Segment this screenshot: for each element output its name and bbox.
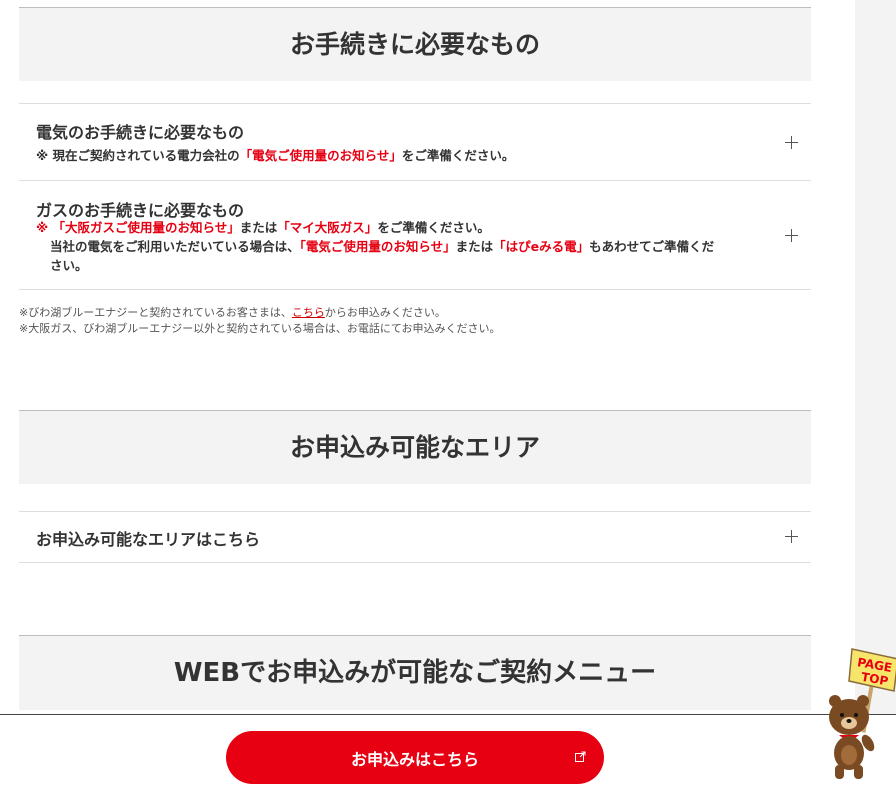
gas-note2-highlight-1: 「電気ご使用量のお知らせ」 [299, 239, 456, 254]
gas-note-mark: ※ [36, 220, 49, 235]
accordion-area-title: お申込み可能なエリアはこちら [36, 530, 261, 549]
gas-note-suffix: をご準備ください。 [377, 220, 490, 235]
expand-plus-icon[interactable] [785, 136, 799, 150]
accordion-area[interactable]: お申込み可能なエリアはこちら [19, 511, 811, 563]
divider [19, 289, 811, 290]
electric-note-highlight: 「電気ご使用量のお知らせ」 [239, 148, 402, 163]
section-heading-area: お申込み可能なエリア [19, 410, 811, 484]
apply-button[interactable]: お申込みはこちら [226, 731, 604, 784]
accordion-electric[interactable]: 電気のお手続きに必要なもの ※ 現在ご契約されている電力会社の「電気ご使用量のお… [19, 103, 811, 181]
section-heading-area-text: お申込み可能なエリア [289, 433, 540, 462]
gas-note2-highlight-2: 「はぴeみる電」 [493, 239, 590, 254]
section-heading-web-text: WEBでお申込みが可能なご契約メニュー [173, 658, 657, 688]
electric-note-prefix: ※ 現在ご契約されている電力会社の [36, 148, 240, 163]
section-heading-required: お手続きに必要なもの [19, 7, 811, 81]
gas-note2-mid: または [455, 239, 494, 254]
note-biwako: ※びわ湖ブルーエナジーと契約されているお客さまは、こちらからお申込みください。 [19, 304, 446, 320]
accordion-electric-title: 電気のお手続きに必要なもの [36, 123, 245, 142]
note-biwako-prefix: ※びわ湖ブルーエナジーと契約されているお客さまは、 [19, 306, 292, 319]
apply-button-label: お申込みはこちら [350, 749, 479, 769]
note-biwako-link[interactable]: こちら [292, 306, 325, 319]
gas-note2-suffix: もあわせてご準備くだ [589, 239, 715, 254]
accordion-gas-note-line2: 当社の電気をご利用いただいている場合は、「電気ご使用量のお知らせ」または「はぴe… [50, 238, 714, 256]
section-heading-required-text: お手続きに必要なもの [289, 30, 540, 59]
expand-plus-icon[interactable] [785, 530, 799, 544]
gas-note-mid: または [239, 220, 278, 235]
external-link-icon [575, 751, 586, 762]
accordion-gas-title: ガスのお手続きに必要なもの [36, 201, 245, 220]
gas-note-highlight-2: 「マイ大阪ガス」 [277, 220, 378, 235]
section-heading-web: WEBでお申込みが可能なご契約メニュー [19, 635, 811, 710]
accordion-gas-note-line1: ※ 「大阪ガスご使用量のお知らせ」または「マイ大阪ガス」をご準備ください。 [36, 219, 490, 237]
page-top-button[interactable]: PAGE TOP [822, 645, 896, 785]
accordion-electric-note: ※ 現在ご契約されている電力会社の「電気ご使用量のお知らせ」をご準備ください。 [36, 147, 514, 165]
gas-note-highlight-1: 「大阪ガスご使用量のお知らせ」 [52, 220, 240, 235]
electric-note-suffix: をご準備ください。 [401, 148, 515, 163]
gas-note2-prefix: 当社の電気をご利用いただいている場合は、 [50, 239, 300, 254]
note-biwako-suffix: からお申込みください。 [324, 306, 446, 319]
expand-plus-icon[interactable] [785, 229, 799, 243]
accordion-gas[interactable]: ガスのお手続きに必要なもの ※ 「大阪ガスご使用量のお知らせ」または「マイ大阪ガ… [19, 180, 811, 290]
note-other: ※大阪ガス、びわ湖ブルーエナジー以外と契約されている場合は、お電話にてお申込みく… [19, 322, 501, 335]
accordion-gas-note-line3: さい。 [50, 258, 88, 273]
